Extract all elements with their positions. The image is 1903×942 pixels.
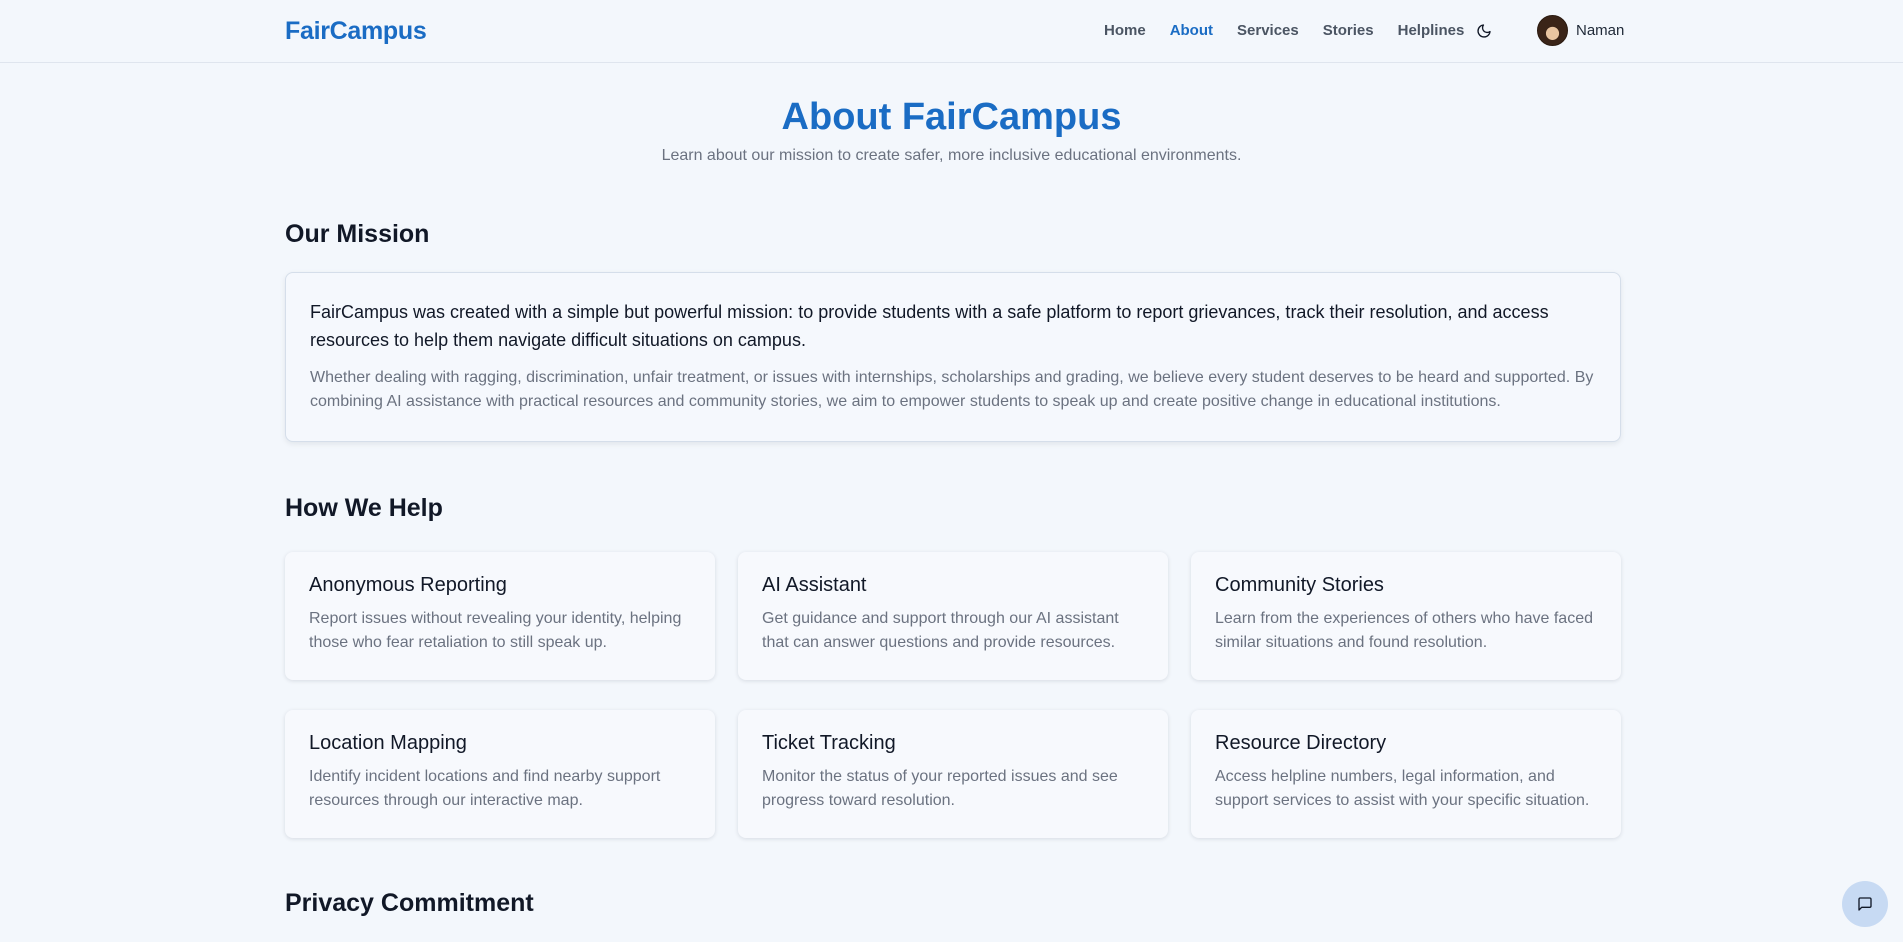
help-card-description: Monitor the status of your reported issu… (762, 768, 1118, 809)
nav-helplines[interactable]: Helplines (1398, 22, 1465, 39)
mission-heading: Our Mission (285, 220, 430, 248)
nav-services[interactable]: Services (1237, 22, 1299, 39)
help-card-title: Anonymous Reporting (309, 574, 507, 596)
brand-logo[interactable]: FairCampus (285, 17, 427, 46)
help-card-ai-assistant: AI Assistant Get guidance and support th… (738, 552, 1168, 680)
help-card-resource-directory: Resource Directory Access helpline numbe… (1191, 710, 1621, 838)
help-card-description: Report issues without revealing your ide… (309, 610, 682, 651)
help-card-description: Learn from the experiences of others who… (1215, 610, 1593, 651)
privacy-heading: Privacy Commitment (285, 889, 534, 917)
help-card-title: Community Stories (1215, 574, 1384, 596)
user-menu[interactable]: Naman (1537, 15, 1624, 46)
help-card-anonymous-reporting: Anonymous Reporting Report issues withou… (285, 552, 715, 680)
nav-stories[interactable]: Stories (1323, 22, 1374, 39)
chat-bubble-icon (1858, 897, 1872, 911)
page-title: About FairCampus (781, 96, 1122, 138)
help-card-title: AI Assistant (762, 574, 867, 596)
help-card-title: Location Mapping (309, 732, 467, 754)
mission-lead-text: FairCampus was created with a simple but… (310, 302, 1549, 350)
user-name: Naman (1576, 22, 1625, 39)
avatar (1537, 15, 1568, 46)
help-card-title: Ticket Tracking (762, 732, 896, 754)
help-card-description: Access helpline numbers, legal informati… (1215, 768, 1590, 809)
nav-links: Home About Services Stories Helplines (1104, 22, 1488, 39)
mission-body-text: Whether dealing with ragging, discrimina… (310, 369, 1594, 410)
help-heading: How We Help (285, 494, 443, 522)
help-card-community-stories: Community Stories Learn from the experie… (1191, 552, 1621, 680)
nav-home[interactable]: Home (1104, 22, 1146, 39)
nav-about[interactable]: About (1170, 22, 1213, 39)
chat-button[interactable] (1842, 881, 1888, 927)
theme-toggle-button[interactable] (1473, 20, 1495, 42)
mission-card: FairCampus was created with a simple but… (285, 272, 1621, 442)
top-navbar: FairCampus Home About Services Stories H… (0, 0, 1903, 63)
moon-icon (1477, 24, 1491, 38)
help-card-description: Identify incident locations and find nea… (309, 768, 661, 809)
help-card-location-mapping: Location Mapping Identify incident locat… (285, 710, 715, 838)
help-card-ticket-tracking: Ticket Tracking Monitor the status of yo… (738, 710, 1168, 838)
page-subtitle: Learn about our mission to create safer,… (661, 147, 1242, 164)
help-card-description: Get guidance and support through our AI … (762, 610, 1119, 651)
help-card-title: Resource Directory (1215, 732, 1387, 754)
